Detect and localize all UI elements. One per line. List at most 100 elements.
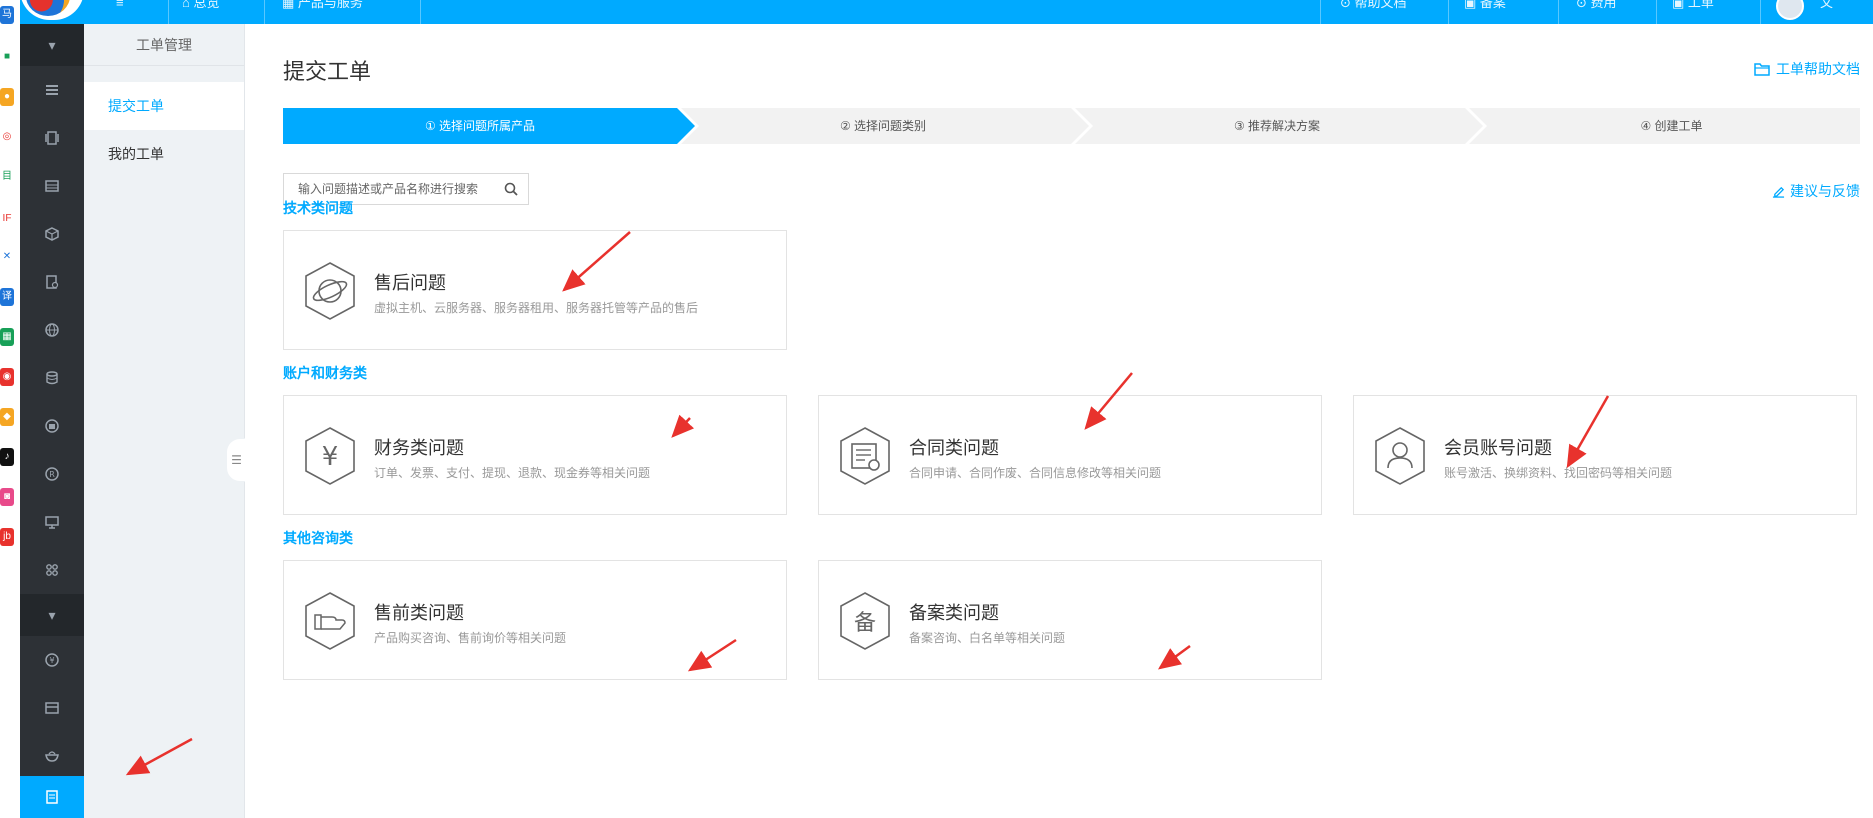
divider <box>168 0 169 24</box>
step-select-category: ② 选择问题类别 <box>681 108 1093 144</box>
card-title: 备案类问题 <box>909 603 999 623</box>
section-title-technical: 技术类问题 <box>283 200 353 216</box>
list-icon[interactable] <box>20 66 84 114</box>
bei-icon: 备 <box>837 591 893 651</box>
feedback-link[interactable]: 建议与反馈 <box>1772 181 1860 201</box>
step-recommend-solution: ③ 推荐解决方案 <box>1075 108 1487 144</box>
ticket-submenu: 工单管理 提交工单 我的工单 <box>84 24 245 818</box>
card-filing[interactable]: 备 备案类问题 备案咨询、白名单等相关问题 <box>818 560 1322 680</box>
card-description: 账号激活、换绑资料、找回密码等相关问题 <box>1444 466 1673 480</box>
divider <box>1448 0 1449 24</box>
app-icon[interactable]: jb <box>0 528 14 546</box>
submenu-title: 工单管理 <box>84 24 244 66</box>
user-icon <box>1372 426 1428 486</box>
collapse-submenu-icon[interactable]: ☰ <box>226 438 246 482</box>
collapse-caret-icon[interactable]: ▾ <box>20 24 84 66</box>
card-icon[interactable] <box>20 684 84 732</box>
card-title: 会员账号问题 <box>1444 438 1552 458</box>
divider <box>1558 0 1559 24</box>
help-docs-link[interactable]: 工单帮助文档 <box>1754 59 1860 79</box>
monitor-icon[interactable] <box>20 498 84 546</box>
app-icon[interactable]: ◎ <box>0 128 14 146</box>
svg-text:¥: ¥ <box>49 656 54 665</box>
app-icon[interactable]: ♪ <box>0 448 14 466</box>
nav-overview[interactable]: ⌂ 总览 <box>182 0 219 24</box>
top-header: ≡ ⌂ 总览 ▦ 产品与服务 ⊙ 帮助文档 ▣ 备案 ⊙ 费用 ▣ 工单 文 <box>20 0 1873 24</box>
svg-text:备: 备 <box>854 611 876 636</box>
contract-icon <box>837 426 893 486</box>
app-icon[interactable]: ● <box>0 88 14 106</box>
page-title: 提交工单 <box>283 59 372 84</box>
card-title: 售前类问题 <box>374 603 464 623</box>
card-finance[interactable]: ¥ 财务类问题 订单、发票、支付、提现、退款、现金券等相关问题 <box>283 395 787 515</box>
app-icon[interactable]: ◆ <box>0 408 14 426</box>
app-icon[interactable]: IF <box>0 210 14 228</box>
nav-help-docs[interactable]: ⊙ 帮助文档 <box>1340 0 1407 24</box>
svg-text:R: R <box>49 470 55 479</box>
avatar[interactable] <box>1776 0 1804 20</box>
app-launcher-strip: 马 ■ ● ◎ 目 IF ✕ 译 ▦ ◉ ◆ ♪ ◙ jb <box>0 0 20 818</box>
folder-icon <box>1754 63 1770 76</box>
cube-icon[interactable] <box>20 210 84 258</box>
icon-sidebar: ▾ R ▾ ¥ <box>20 24 84 818</box>
card-description: 产品购买咨询、售前询价等相关问题 <box>374 631 567 645</box>
planet-icon <box>302 261 358 321</box>
svg-text:¥: ¥ <box>322 442 339 472</box>
submenu-item-my-tickets[interactable]: 我的工单 <box>84 130 244 178</box>
card-title: 财务类问题 <box>374 438 464 458</box>
card-title: 合同类问题 <box>909 438 999 458</box>
app-icon[interactable]: ■ <box>0 48 14 66</box>
database-icon[interactable] <box>20 354 84 402</box>
divider <box>420 0 421 24</box>
nav-billing[interactable]: ⊙ 费用 <box>1576 0 1617 24</box>
ticket-list-icon[interactable] <box>20 776 84 818</box>
app-icon[interactable]: ✕ <box>0 248 14 266</box>
table-icon[interactable] <box>20 162 84 210</box>
divider <box>1760 0 1761 24</box>
search-icon[interactable] <box>494 174 528 204</box>
nav-filing[interactable]: ▣ 备案 <box>1464 0 1506 24</box>
yuan-icon: ¥ <box>302 426 358 486</box>
app-icon[interactable]: ◙ <box>0 488 14 506</box>
app-icon[interactable]: ◉ <box>0 368 14 386</box>
grid-icon: ▦ <box>282 0 298 10</box>
divider <box>1656 0 1657 24</box>
home-icon: ⌂ <box>182 0 194 10</box>
brand-logo[interactable] <box>20 0 84 20</box>
apps-icon[interactable] <box>20 546 84 594</box>
section-title-other: 其他咨询类 <box>283 530 353 546</box>
circle-badge-icon[interactable] <box>20 402 84 450</box>
card-after-sales[interactable]: 售后问题 虚拟主机、云服务器、服务器租用、服务器托管等产品的售后 <box>283 230 787 350</box>
nav-ticket[interactable]: ▣ 工单 <box>1672 0 1714 24</box>
bowl-icon[interactable] <box>20 732 84 780</box>
globe-icon[interactable] <box>20 306 84 354</box>
yuan-circle-icon[interactable]: ¥ <box>20 636 84 684</box>
divider <box>1320 0 1321 24</box>
user-name[interactable]: 文 <box>1820 0 1833 24</box>
nav-products[interactable]: ▦ 产品与服务 <box>282 0 363 24</box>
server-icon[interactable] <box>20 114 84 162</box>
app-icon[interactable]: 目 <box>0 168 14 186</box>
collapse-caret-icon[interactable]: ▾ <box>20 594 84 636</box>
divider <box>264 0 265 24</box>
progress-steps: ① 选择问题所属产品 ② 选择问题类别 ③ 推荐解决方案 ④ 创建工单 <box>283 108 1860 144</box>
app-icon[interactable]: 马 <box>0 6 14 24</box>
card-description: 备案咨询、白名单等相关问题 <box>909 631 1066 645</box>
registered-icon[interactable]: R <box>20 450 84 498</box>
card-description: 订单、发票、支付、提现、退款、现金券等相关问题 <box>374 466 651 480</box>
step-select-product: ① 选择问题所属产品 <box>283 108 699 144</box>
card-contract[interactable]: 合同类问题 合同申请、合同作废、合同信息修改等相关问题 <box>818 395 1322 515</box>
app-icon[interactable]: ▦ <box>0 328 14 346</box>
menu-toggle-icon[interactable]: ≡ <box>116 0 134 24</box>
certificate-icon[interactable] <box>20 258 84 306</box>
question-icon: ⊙ <box>1340 0 1355 10</box>
card-member-account[interactable]: 会员账号问题 账号激活、换绑资料、找回密码等相关问题 <box>1353 395 1857 515</box>
card-description: 合同申请、合同作废、合同信息修改等相关问题 <box>909 466 1162 480</box>
ticket-icon: ▣ <box>1672 0 1688 10</box>
card-description: 虚拟主机、云服务器、服务器租用、服务器托管等产品的售后 <box>374 301 699 315</box>
hand-icon <box>302 591 358 651</box>
submenu-item-submit-ticket[interactable]: 提交工单 <box>84 82 244 130</box>
app-icon[interactable]: 译 <box>0 288 14 306</box>
card-pre-sales[interactable]: 售前类问题 产品购买咨询、售前询价等相关问题 <box>283 560 787 680</box>
section-title-account-finance: 账户和财务类 <box>283 365 367 381</box>
